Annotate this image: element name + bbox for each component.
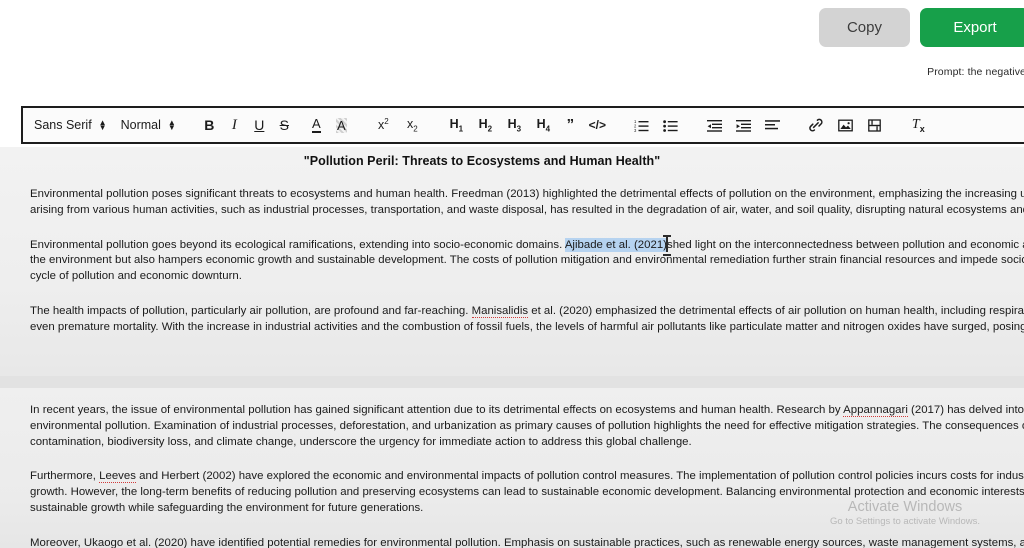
action-button-row: Copy Export	[818, 8, 1024, 47]
document-page-2: In recent years, the issue of environmen…	[0, 388, 1024, 548]
chevron-updown-icon: ▲ ▼	[167, 118, 176, 132]
code-icon: </>	[588, 118, 606, 132]
document-title: "Pollution Peril: Threats to Ecosystems …	[303, 154, 661, 168]
prompt-text: Prompt: the negative	[927, 66, 1024, 78]
bullet-list-button[interactable]	[656, 112, 685, 138]
paragraph-style-value: Normal	[120, 118, 161, 132]
misspelled-word[interactable]: Manisalidis	[471, 304, 529, 318]
bold-button[interactable]: B	[197, 112, 222, 138]
paragraph-5-text-before: Furthermore,	[30, 470, 100, 483]
paragraph-6[interactable]: Moreover, Ukaogo et al. (2020) have iden…	[0, 536, 1024, 548]
paragraph-5[interactable]: Furthermore, Leeves and Herbert (2002) h…	[0, 469, 1024, 516]
paragraph-5-text-after: and Herbert (2002) have explored the eco…	[30, 470, 1024, 514]
paragraph-2[interactable]: Environmental pollution goes beyond its …	[0, 234, 1024, 285]
code-block-button[interactable]: </>	[583, 112, 612, 138]
clear-formatting-icon: Tx	[911, 116, 925, 134]
heading-2-icon: H2	[478, 116, 493, 134]
quote-icon: ”	[566, 116, 575, 133]
svg-text:3: 3	[634, 128, 637, 132]
link-button[interactable]	[802, 112, 831, 138]
font-family-select[interactable]: Sans Serif ▲ ▼	[34, 118, 107, 132]
paragraph-3-text-before: The health impacts of pollution, particu…	[30, 304, 472, 317]
top-bar: Copy Export Prompt: the negative	[0, 0, 1024, 103]
blockquote-button[interactable]: ”	[558, 112, 583, 138]
align-left-icon	[764, 119, 780, 129]
font-family-value: Sans Serif	[34, 118, 92, 132]
paragraph-2-text-before: Environmental pollution goes beyond its …	[30, 238, 565, 251]
strikethrough-icon: S	[279, 117, 289, 133]
indent-icon	[735, 119, 751, 132]
highlight-color-icon: A	[335, 117, 347, 133]
selected-citation[interactable]: Ajibade et al. (2021)	[564, 237, 667, 252]
heading-2-button[interactable]: H2	[471, 112, 500, 138]
editor-toolbar: Sans Serif ▲ ▼ Normal ▲ ▼ B I U S A A x2…	[21, 106, 1024, 144]
link-icon	[809, 118, 823, 132]
outdent-button[interactable]	[700, 112, 729, 138]
app-window: Copy Export Prompt: the negative Sans Se…	[0, 0, 1024, 548]
heading-4-button[interactable]: H4	[529, 112, 558, 138]
document-editor[interactable]: "Pollution Peril: Threats to Ecosystems …	[0, 147, 1024, 548]
superscript-icon: x2	[377, 117, 389, 133]
heading-4-icon: H4	[536, 116, 551, 134]
image-button[interactable]	[831, 112, 860, 138]
subscript-button[interactable]: x2	[398, 112, 427, 138]
underline-button[interactable]: U	[247, 112, 272, 138]
ordered-list-button[interactable]: 1 2 3	[627, 112, 656, 138]
highlight-color-button[interactable]: A	[329, 112, 354, 138]
subscript-icon: x2	[406, 116, 418, 134]
video-button[interactable]	[860, 112, 889, 138]
page-break	[0, 376, 1024, 388]
chevron-updown-icon: ▲ ▼	[98, 118, 107, 132]
misspelled-word[interactable]: Appannagari	[843, 404, 908, 417]
text-color-icon: A	[311, 116, 321, 133]
italic-icon: I	[231, 116, 237, 133]
ordered-list-icon: 1 2 3	[634, 119, 649, 132]
heading-1-icon: H1	[449, 116, 464, 134]
misspelled-word[interactable]: Ukaogo	[83, 536, 124, 548]
strikethrough-button[interactable]: S	[272, 112, 297, 138]
italic-button[interactable]: I	[222, 112, 247, 138]
bold-icon: B	[204, 117, 215, 133]
misspelled-word[interactable]: Leeves	[99, 470, 136, 484]
paragraph-style-select[interactable]: Normal ▲ ▼	[121, 118, 176, 132]
bullet-list-icon	[663, 119, 678, 132]
paragraph-4-text-before: In recent years, the issue of environmen…	[30, 404, 844, 416]
video-icon	[867, 118, 881, 132]
export-button[interactable]: Export	[920, 8, 1024, 47]
heading-3-button[interactable]: H3	[500, 112, 529, 138]
underline-icon: U	[254, 117, 265, 133]
paragraph-6-text-before: Moreover,	[30, 536, 84, 548]
clear-formatting-button[interactable]: Tx	[904, 112, 933, 138]
outdent-icon	[706, 119, 722, 132]
paragraph-4[interactable]: In recent years, the issue of environmen…	[0, 403, 1024, 450]
paragraph-6-text-after: et al. (2020) have identified potential …	[126, 536, 1024, 548]
document-page-1: "Pollution Peril: Threats to Ecosystems …	[0, 147, 1024, 376]
text-color-button[interactable]: A	[304, 112, 329, 138]
paragraph-1[interactable]: Environmental pollution poses significan…	[0, 187, 1024, 219]
paragraph-3[interactable]: The health impacts of pollution, particu…	[0, 304, 1024, 336]
copy-button[interactable]: Copy	[818, 8, 910, 47]
heading-3-icon: H3	[507, 116, 522, 134]
align-button[interactable]	[758, 112, 787, 138]
indent-button[interactable]	[729, 112, 758, 138]
superscript-button[interactable]: x2	[369, 112, 398, 138]
paragraph-1-text: Environmental pollution poses significan…	[30, 188, 1024, 216]
image-icon	[837, 119, 853, 131]
heading-1-button[interactable]: H1	[442, 112, 471, 138]
